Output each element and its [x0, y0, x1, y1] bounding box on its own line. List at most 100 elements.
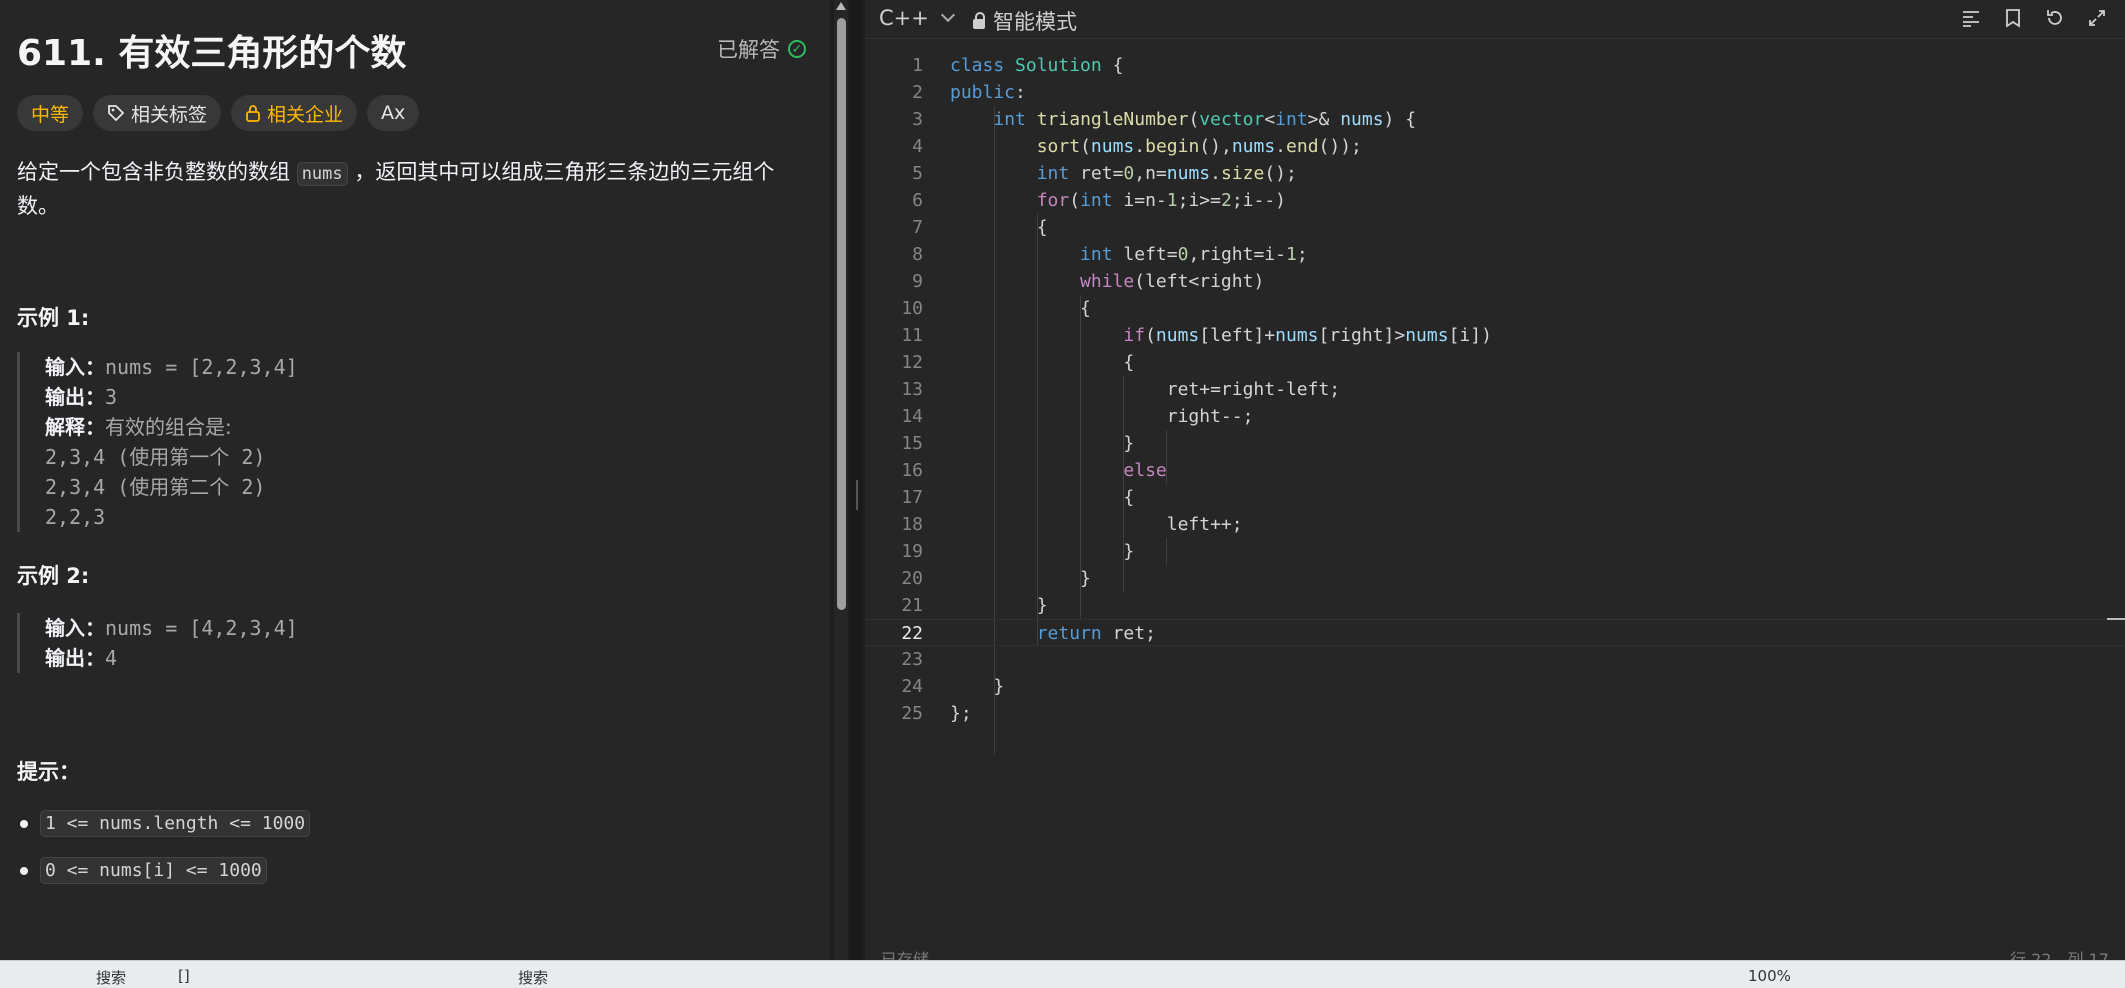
expand-icon[interactable] [2085, 6, 2109, 30]
code-text[interactable]: { [950, 295, 1091, 322]
code-line[interactable]: 14 right--; [865, 403, 2125, 430]
example-1-explain-line: 2,2,3 [45, 505, 106, 529]
code-text[interactable]: class Solution { [950, 52, 1123, 79]
description-text-1: 给定一个包含非负整数的数组 [17, 160, 290, 184]
scroll-up-arrow-icon[interactable] [836, 2, 846, 10]
difficulty-badge[interactable]: 中等 [17, 95, 84, 131]
code-text[interactable]: } [950, 592, 1048, 619]
related-companies-label: 相关企业 [267, 103, 344, 126]
chevron-down-icon [940, 7, 955, 23]
code-line[interactable]: 18 left++; [865, 511, 2125, 538]
code-line[interactable]: 20 } [865, 565, 2125, 592]
example-1-title: 示例 1: [17, 306, 90, 330]
code-line[interactable]: 2 public: [865, 79, 2125, 106]
code-line[interactable]: 10 { [865, 295, 2125, 322]
code-text[interactable]: }; [950, 700, 972, 727]
line-number: 23 [901, 649, 923, 670]
line-number: 14 [901, 406, 923, 427]
code-text[interactable]: } [950, 430, 1134, 457]
example-1-explain-line: 2,3,4 (使用第二个 2) [45, 475, 266, 499]
line-number: 12 [901, 352, 923, 373]
code-area[interactable]: 1 class Solution {2 public: 3 int triangleN… [865, 52, 2125, 754]
code-line[interactable]: 1 class Solution { [865, 52, 2125, 79]
code-text[interactable]: int left=0,right=i-1; [950, 241, 1308, 268]
line-number: 17 [901, 487, 923, 508]
code-text[interactable]: return ret; [950, 620, 1156, 647]
code-line[interactable]: 8 int left=0,right=i-1; [865, 241, 2125, 268]
bookmark-icon[interactable] [2001, 6, 2025, 30]
code-text[interactable]: ret+=right-left; [950, 376, 1340, 403]
example-2-title: 示例 2: [17, 564, 90, 588]
code-line[interactable]: 21 } [865, 592, 2125, 619]
reset-icon[interactable] [2043, 6, 2067, 30]
bullet-icon [20, 819, 28, 828]
code-text[interactable]: right--; [950, 403, 1254, 430]
smart-mode-toggle[interactable]: 智能模式 [973, 6, 1077, 36]
related-companies-button[interactable]: 相关企业 [231, 95, 358, 131]
problem-scrollbar[interactable] [834, 0, 848, 960]
hint-text: 1 <= nums.length <= 1000 [40, 810, 311, 837]
code-line[interactable]: 5 int ret=0,n=nums.size(); [865, 160, 2125, 187]
format-icon[interactable] [1959, 6, 1983, 30]
taskbar-item[interactable]: 搜索 [518, 967, 548, 988]
language-label: C++ [879, 6, 929, 30]
language-select[interactable]: C++ [879, 6, 955, 30]
code-text[interactable]: public: [950, 79, 1026, 106]
taskbar-item[interactable]: 100% [1748, 967, 1791, 985]
lock-icon [246, 105, 260, 122]
code-text[interactable]: if(nums[left]+nums[right]>nums[i]) [950, 322, 1492, 349]
line-number: 6 [912, 190, 923, 211]
panel-splitter[interactable] [851, 0, 863, 960]
code-line[interactable]: 9 while(left<right) [865, 268, 2125, 295]
example-1-output-label: 输出： [45, 385, 105, 409]
code-line[interactable]: 13 ret+=right-left; [865, 376, 2125, 403]
solved-label: 已解答 [717, 38, 780, 62]
code-line[interactable]: 22 return ret; [865, 619, 2125, 646]
code-line[interactable]: 25}; [865, 700, 2125, 727]
scroll-thumb[interactable] [837, 18, 846, 610]
code-text[interactable]: else [950, 457, 1166, 484]
lock-icon [973, 12, 985, 29]
code-line[interactable]: 6 for(int i=n-1;i>=2;i--) [865, 187, 2125, 214]
code-text[interactable]: } [950, 538, 1134, 565]
related-tags-button[interactable]: 相关标签 [93, 95, 222, 131]
line-number: 16 [901, 460, 923, 481]
code-line[interactable]: 16 else [865, 457, 2125, 484]
code-line[interactable]: 12 { [865, 349, 2125, 376]
code-line[interactable]: 23 [865, 646, 2125, 673]
code-line[interactable]: 24 } [865, 673, 2125, 700]
code-text[interactable]: int ret=0,n=nums.size(); [950, 160, 1297, 187]
code-text[interactable]: { [950, 349, 1134, 376]
line-number: 10 [901, 298, 923, 319]
related-tags-label: 相关标签 [131, 103, 208, 126]
code-text[interactable]: left++; [950, 511, 1243, 538]
code-editor-panel: C++ 智能模式 1 class Solution {2 public: 3 … [865, 0, 2125, 969]
line-number: 19 [901, 541, 923, 562]
code-line[interactable]: 3 int triangleNumber(vector<int>& nums) … [865, 106, 2125, 133]
taskbar-item[interactable]: [] [178, 967, 190, 985]
code-text[interactable]: for(int i=n-1;i>=2;i--) [950, 187, 1286, 214]
line-number: 1 [912, 55, 923, 76]
code-line[interactable]: 4 sort(nums.begin(),nums.end()); [865, 133, 2125, 160]
code-text[interactable]: sort(nums.begin(),nums.end()); [950, 133, 1362, 160]
code-text[interactable]: } [950, 673, 1004, 700]
code-text[interactable]: int triangleNumber(vector<int>& nums) { [950, 106, 1416, 133]
code-line[interactable]: 15 } [865, 430, 2125, 457]
line-number: 7 [912, 217, 923, 238]
hint-text: 0 <= nums[i] <= 1000 [40, 857, 267, 884]
code-text[interactable]: } [950, 565, 1091, 592]
taskbar-item[interactable]: 搜索 [96, 967, 126, 988]
code-text[interactable]: { [950, 484, 1134, 511]
splitter-grip[interactable] [856, 480, 858, 510]
line-number: 13 [901, 379, 923, 400]
font-toggle-button[interactable]: Ax [367, 95, 420, 131]
code-text[interactable]: { [950, 214, 1048, 241]
code-line[interactable]: 7 { [865, 214, 2125, 241]
code-line[interactable]: 19 } [865, 538, 2125, 565]
hint-item: 0 <= nums[i] <= 1000 [17, 857, 310, 884]
code-text[interactable]: while(left<right) [950, 268, 1264, 295]
example-1-explain-line: 2,3,4 (使用第一个 2) [45, 445, 266, 469]
code-line[interactable]: 11 if(nums[left]+nums[right]>nums[i]) [865, 322, 2125, 349]
example-1-input: nums = [2,2,3,4] [105, 355, 298, 379]
code-line[interactable]: 17 { [865, 484, 2125, 511]
